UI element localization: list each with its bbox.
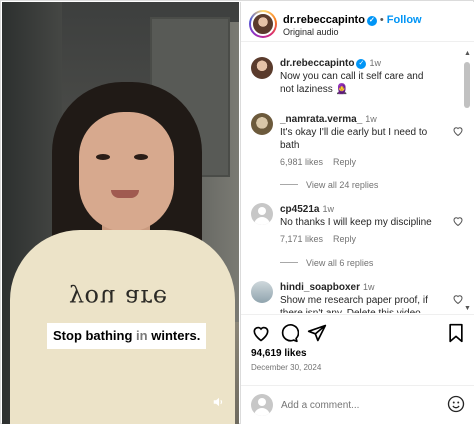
post-date: December 30, 2024 [251, 363, 322, 372]
sweatshirt-print: you are [70, 284, 169, 312]
reply-button[interactable]: Reply [333, 157, 356, 167]
comments-scrollbar[interactable]: ▲ ▼ [462, 50, 472, 312]
commenter-avatar[interactable] [251, 113, 273, 135]
reel-video[interactable]: you are Stop bathing in winters. [2, 2, 239, 424]
follow-button[interactable]: Follow [387, 14, 422, 26]
share-send-icon[interactable] [307, 323, 327, 343]
person-face [79, 112, 174, 232]
comment-username[interactable]: hindi_soapboxer [280, 282, 360, 293]
author-username[interactable]: dr.rebeccapinto [283, 14, 365, 26]
comments-list: dr.rebeccapinto ✓ 1w Now you can call it s… [241, 43, 474, 313]
likes-count[interactable]: 94,619 likes [251, 348, 307, 359]
scroll-thumb[interactable] [464, 62, 470, 108]
verified-badge-icon: ✓ [356, 59, 367, 69]
commenter-avatar[interactable] [251, 203, 273, 225]
comment-username[interactable]: _namrata.verma_ [280, 114, 362, 125]
post-header: dr.rebeccapinto ✓ • Follow Original audio [241, 2, 474, 42]
comment-text: It's okay I'll die early but I need to b… [280, 127, 428, 151]
comment-username[interactable]: cp4521a [280, 204, 319, 215]
author-avatar[interactable] [251, 12, 275, 36]
story-ring[interactable] [249, 10, 277, 38]
speaker-icon[interactable] [211, 395, 227, 411]
commenter-avatar[interactable] [251, 281, 273, 303]
instagram-post-window: you are Stop bathing in winters. dr.rebe… [0, 0, 474, 424]
post-actions: 94,619 likes December 30, 2024 [241, 314, 474, 379]
comments-panel: dr.rebeccapinto ✓ • Follow Original audio d… [240, 2, 474, 424]
scroll-down-arrow-icon[interactable]: ▼ [464, 305, 471, 312]
emoji-smiley-icon[interactable] [447, 395, 465, 413]
add-comment-input[interactable] [281, 395, 431, 415]
caption-username[interactable]: dr.rebeccapinto [280, 58, 354, 69]
comment-likes[interactable]: 7,171 likes [280, 234, 323, 244]
like-heart-icon[interactable] [251, 323, 271, 343]
caption-time: 1w [369, 58, 381, 68]
current-user-avatar [251, 394, 273, 416]
scroll-up-arrow-icon[interactable]: ▲ [464, 50, 471, 57]
comment-bubble-icon[interactable] [279, 323, 299, 343]
reply-button[interactable]: Reply [333, 234, 356, 244]
add-comment-bar [241, 385, 474, 424]
view-replies-button[interactable]: View all 6 replies [280, 258, 373, 268]
comment-time: 1w [365, 114, 377, 124]
save-bookmark-icon[interactable] [446, 323, 466, 343]
comment-text: No thanks I will keep my discipline [280, 217, 432, 228]
comment-time: 1w [322, 204, 334, 214]
audio-label[interactable]: Original audio [283, 27, 339, 37]
comment-text: Show me research paper proof, if there i… [280, 295, 428, 313]
view-replies-button[interactable]: View all 24 replies [280, 180, 378, 190]
video-caption: Stop bathing in winters. [47, 323, 207, 349]
author-avatar[interactable] [251, 57, 273, 79]
comment-time: 1w [363, 282, 375, 292]
comment-likes[interactable]: 6,981 likes [280, 157, 323, 167]
verified-badge-icon: ✓ [366, 16, 377, 26]
caption-text: Now you can call it self care and not la… [280, 71, 424, 95]
